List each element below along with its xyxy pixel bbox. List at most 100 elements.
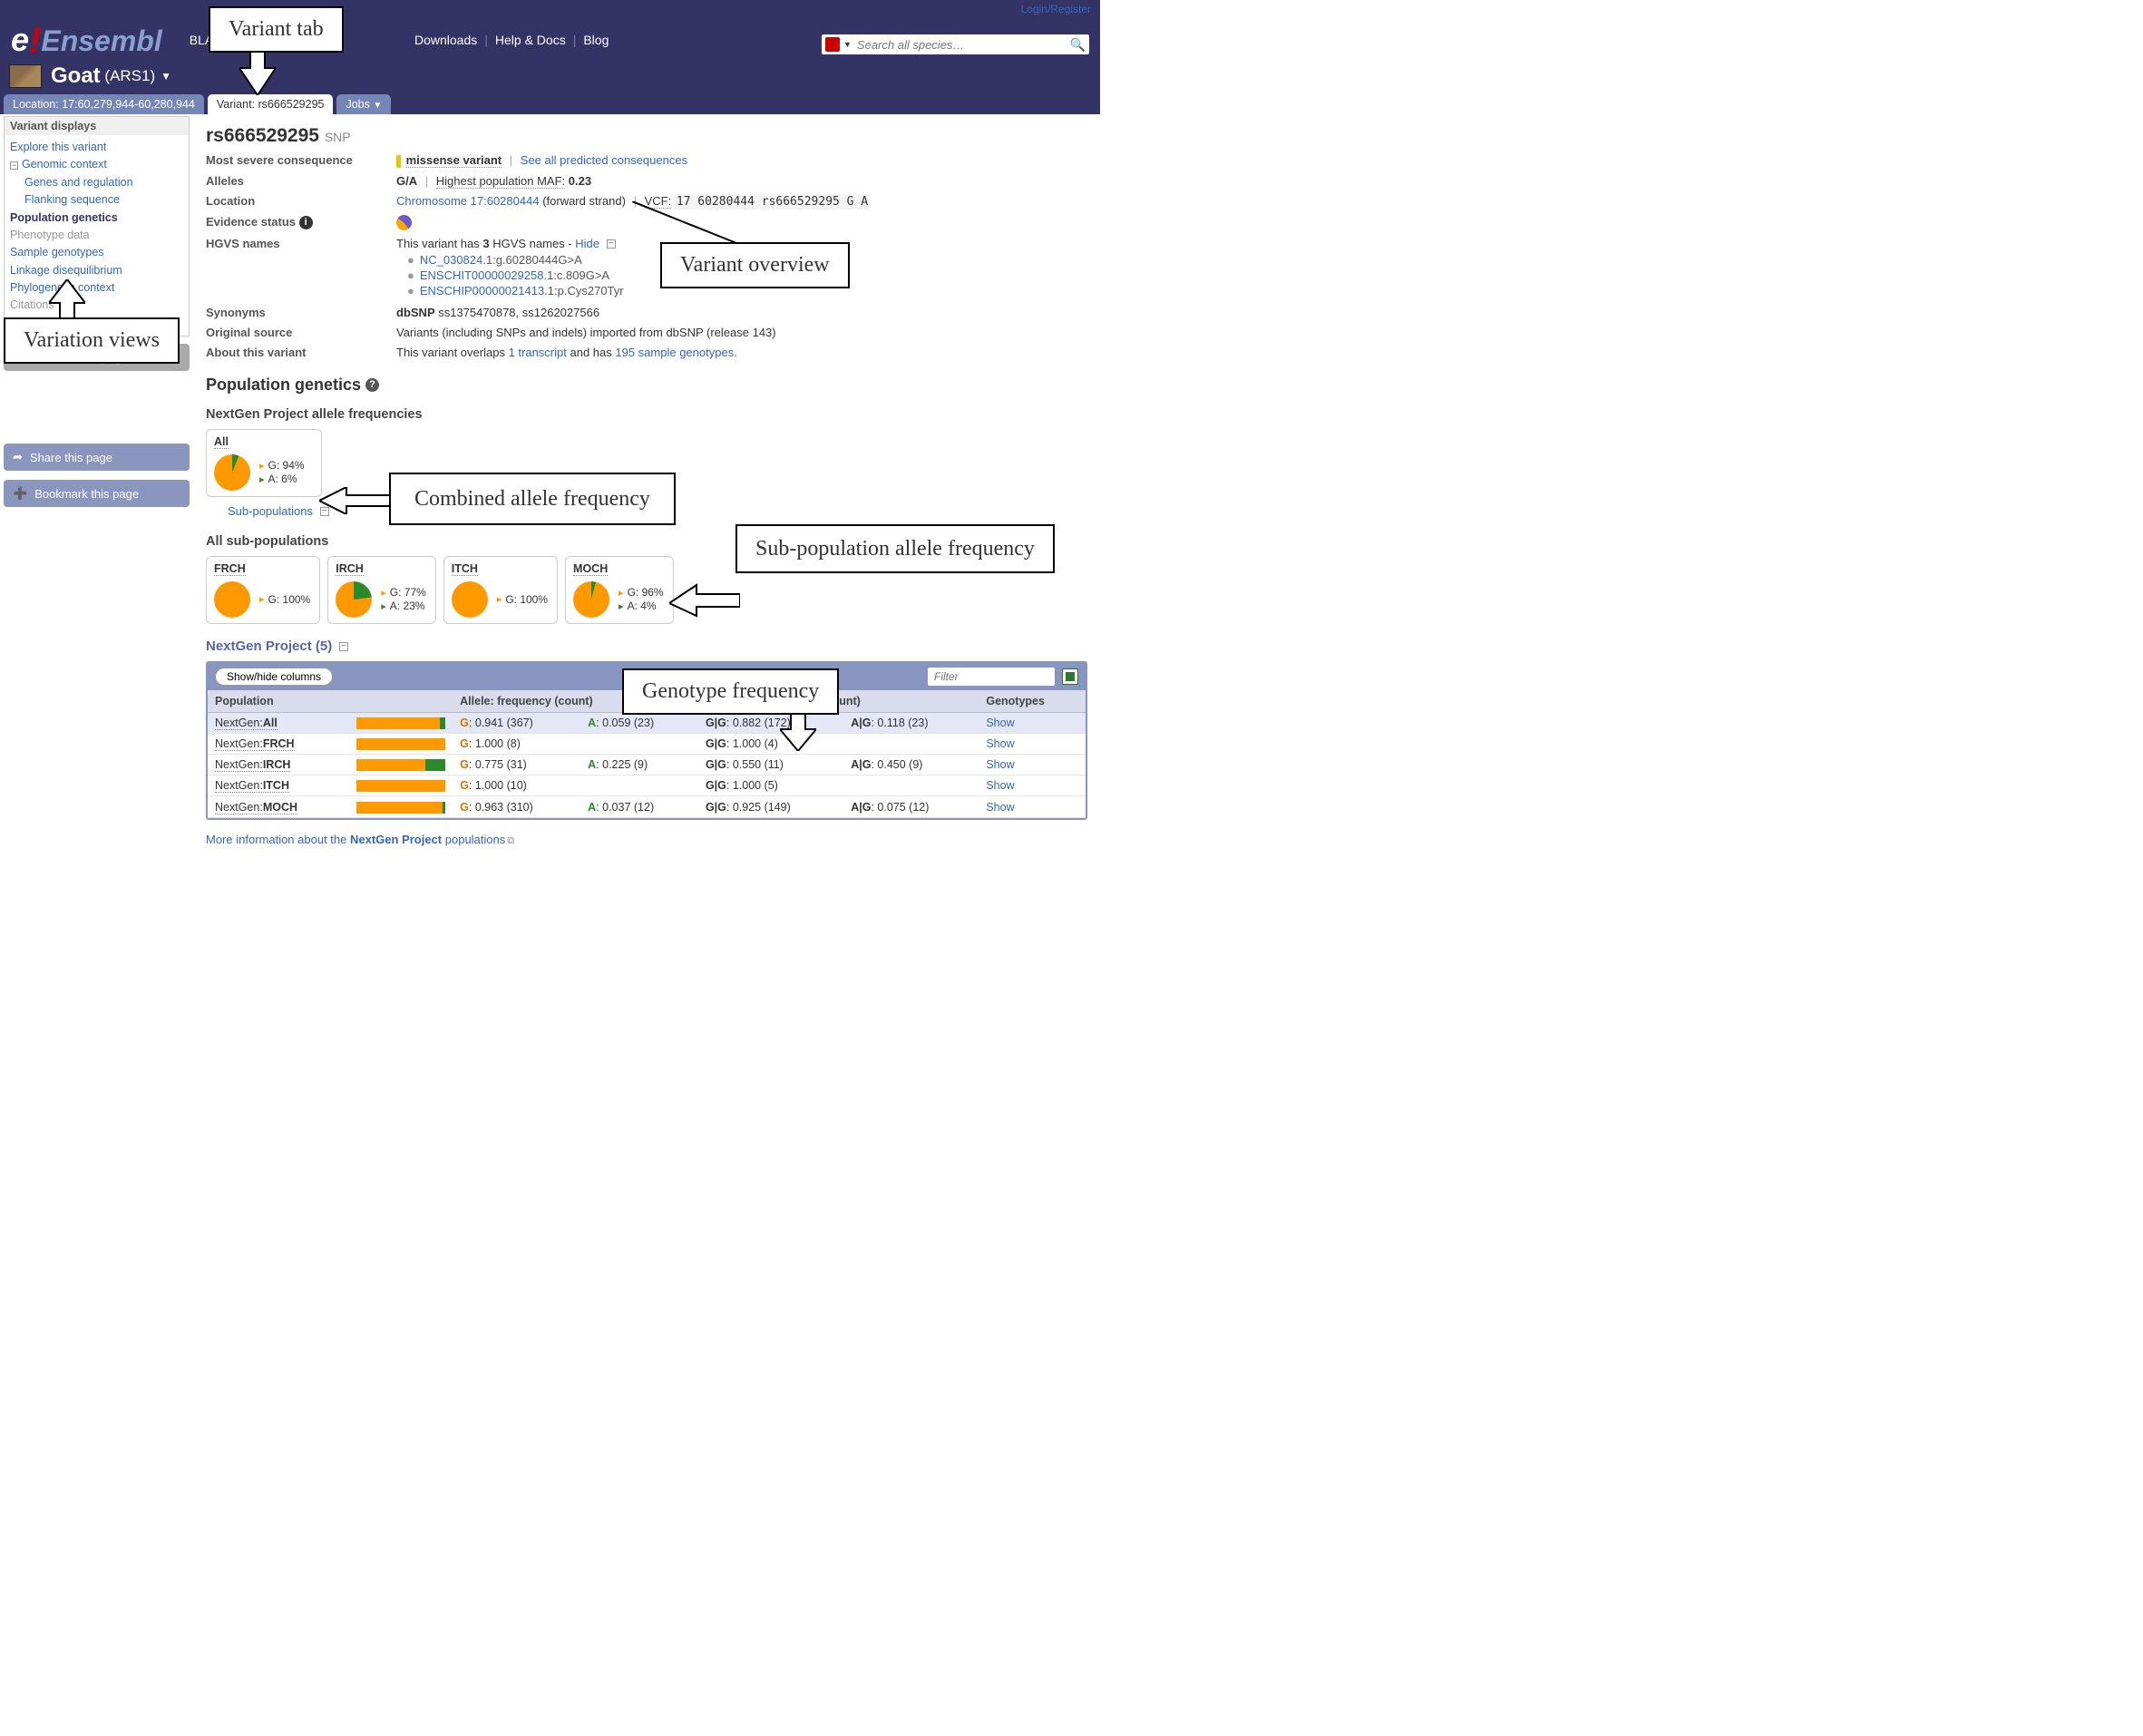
page-title: rs666529295 SNP [206, 125, 1087, 147]
cell-show[interactable]: Show [979, 796, 1086, 817]
excel-export-icon[interactable] [1062, 668, 1078, 685]
evidence-frequency-icon [396, 215, 412, 230]
sidebar-item-genomic-context[interactable]: Genomic context [22, 158, 107, 171]
consequence-value: missense variant [406, 153, 502, 168]
synonym-values: ss1375470878, ss1262027566 [435, 306, 599, 319]
nav-separator: | [484, 33, 488, 47]
legend-g: ▸G: 96% [619, 586, 664, 599]
species-assembly: (ARS1) [101, 67, 155, 85]
logo[interactable]: e!Ensembl [11, 19, 162, 60]
hgvs-link[interactable]: ENSCHIP00000021413 [420, 284, 544, 297]
maf-value: 0.23 [569, 174, 591, 188]
cell-bar [349, 796, 453, 817]
hgvs-link[interactable]: NC_030824 [420, 253, 482, 267]
cell-show[interactable]: Show [979, 733, 1086, 754]
search-magnifier-icon[interactable]: 🔍 [1070, 37, 1086, 53]
cell-allele-a: A: 0.225 (9) [580, 755, 698, 775]
cell-allele-g: G: 0.941 (367) [453, 712, 580, 733]
table-row: NextGen:All G: 0.941 (367) A: 0.059 (23)… [208, 712, 1086, 733]
tree-collapse-icon[interactable]: − [10, 161, 18, 170]
cell-population: NextGen:All [208, 712, 349, 733]
info-icon[interactable]: i [299, 216, 313, 229]
cell-show[interactable]: Show [979, 775, 1086, 796]
cell-show[interactable]: Show [979, 755, 1086, 775]
cell-show[interactable]: Show [979, 712, 1086, 733]
pie-chart-frch [214, 581, 250, 618]
cell-population: NextGen:ITCH [208, 775, 349, 796]
species-selector[interactable]: Goat (ARS1) ▼ [0, 60, 1100, 94]
callout-pointer [780, 711, 816, 751]
th-genotypes[interactable]: Genotypes [979, 690, 1086, 713]
search-box[interactable]: ▼ 🔍 [822, 34, 1089, 54]
sidebar-item-ld[interactable]: Linkage disequilibrium [10, 262, 185, 279]
callout-pointer [239, 50, 276, 95]
tab-jobs[interactable]: Jobs ▼ [336, 94, 391, 114]
species-dropdown-icon[interactable]: ▼ [161, 70, 171, 83]
sidebar-item-citations: Citations [10, 297, 185, 314]
nav-separator: | [573, 33, 577, 47]
legend-g: ▸G: 77% [381, 586, 426, 599]
cell-population: NextGen:IRCH [208, 755, 349, 775]
label-source: Original source [206, 326, 396, 339]
sidebar-item-sample-genotypes[interactable]: Sample genotypes [10, 244, 185, 261]
nav-downloads[interactable]: Downloads [414, 33, 477, 47]
collapse-icon[interactable]: − [339, 642, 348, 651]
cell-geno-gg: G|G: 0.550 (11) [698, 755, 843, 775]
legend-a: ▸A: 4% [619, 600, 664, 612]
sample-genotypes-link[interactable]: 195 sample genotypes [615, 346, 734, 359]
hgvs-link[interactable]: ENSCHIT00000029258 [420, 268, 544, 282]
table-row: NextGen:FRCH G: 1.000 (8) G|G: 1.000 (4)… [208, 733, 1086, 754]
bookmark-page-button[interactable]: ➕ Bookmark this page [4, 480, 190, 507]
search-input[interactable] [857, 38, 1070, 52]
cell-allele-g: G: 0.775 (31) [453, 755, 580, 775]
callout-pointer [319, 487, 394, 514]
callout-pointer [669, 581, 740, 618]
tab-variant[interactable]: Variant: rs666529295 [208, 94, 334, 114]
more-info-link[interactable]: More information about the NextGen Proje… [206, 833, 514, 847]
table-filter-input[interactable] [928, 668, 1055, 686]
pop-name: ITCH [452, 562, 478, 576]
nav-help[interactable]: Help & Docs [495, 33, 566, 47]
pop-name: MOCH [573, 562, 608, 576]
sidebar-item-population-genetics[interactable]: Population genetics [10, 210, 185, 227]
sidebar-title: Variant displays [5, 117, 189, 135]
share-page-button[interactable]: ➦ Share this page [4, 444, 190, 471]
cell-population: NextGen:FRCH [208, 733, 349, 754]
label-evidence: Evidence status i [206, 215, 396, 230]
pop-box-moch: MOCH ▸G: 96% ▸A: 4% [565, 556, 674, 624]
collapse-icon[interactable]: − [607, 239, 616, 249]
pie-chart-irch [336, 581, 372, 618]
location-link[interactable]: Chromosome 17:60280444 [396, 194, 540, 208]
see-all-consequences-link[interactable]: See all predicted consequences [521, 153, 687, 167]
transcript-link[interactable]: 1 transcript [509, 346, 567, 359]
table-row: NextGen:IRCH G: 0.775 (31) A: 0.225 (9) … [208, 755, 1086, 775]
sidebar-item-phenotype: Phenotype data [10, 227, 185, 244]
subpop-toggle-link[interactable]: Sub-populations [228, 504, 313, 518]
sidebar-item-genes-regulation[interactable]: Genes and regulation [24, 174, 185, 191]
pie-chart-all [214, 454, 250, 491]
pop-name: All [214, 435, 229, 449]
external-link-icon: ⧉ [507, 835, 514, 846]
maf-label: Highest population MAF: [436, 174, 565, 189]
alleles-value: G/A [396, 174, 417, 188]
sidebar-item-flanking[interactable]: Flanking sequence [24, 191, 185, 209]
logo-bang-icon: ! [29, 21, 41, 62]
login-link[interactable]: Login/Register [1021, 3, 1091, 15]
pie-chart-moch [573, 581, 609, 618]
strand-text: (forward strand) [542, 194, 626, 208]
th-population[interactable]: Population [208, 690, 349, 713]
source-value: Variants (including SNPs and indels) imp… [396, 326, 1087, 339]
show-hide-columns-button[interactable]: Show/hide columns [215, 668, 333, 686]
search-dropdown-icon[interactable]: ▼ [843, 40, 852, 49]
hgvs-hide-link[interactable]: Hide [575, 237, 599, 250]
cell-geno-ag: A|G: 0.118 (23) [843, 712, 979, 733]
sidebar-item-explore[interactable]: Explore this variant [10, 139, 185, 156]
pie-chart-itch [452, 581, 488, 618]
project-link[interactable]: NextGen Project (5) [206, 639, 332, 654]
sidebar-item-phylogenetic[interactable]: Phylogenetic context [10, 279, 185, 297]
tab-location[interactable]: Location: 17:60,279,944-60,280,944 [4, 94, 204, 114]
nav-blog[interactable]: Blog [583, 33, 609, 47]
help-icon[interactable]: ? [365, 378, 379, 392]
cell-population: NextGen:MOCH [208, 796, 349, 817]
cell-bar [349, 755, 453, 775]
